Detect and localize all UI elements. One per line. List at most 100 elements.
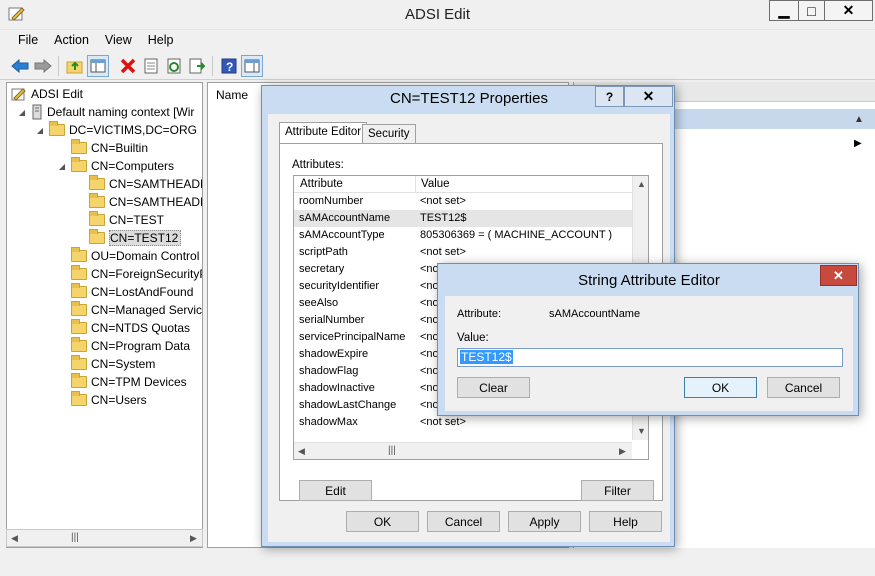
tree-item-label: OU=Domain Control (91, 249, 200, 263)
delete-icon[interactable] (117, 55, 139, 77)
menu-action[interactable]: Action (46, 31, 97, 51)
menu-bar: File Action View Help (0, 31, 875, 51)
attribute-name: serialNumber (299, 314, 365, 326)
more-actions-arrow-icon[interactable]: ▶ (854, 138, 862, 149)
minimize-button[interactable]: ▁ (769, 0, 799, 21)
attribute-name-value: sAMAccountName (549, 308, 641, 320)
filter-button[interactable]: Filter (581, 480, 654, 501)
expanded-arrow-icon[interactable]: ◢ (17, 108, 27, 117)
help-icon[interactable]: ? (218, 55, 240, 77)
attributes-horizontal-scrollbar[interactable]: ◀ ||| ▶ (294, 442, 632, 459)
forward-arrow-icon[interactable] (32, 55, 54, 77)
scroll-thumb-grip-icon[interactable]: ||| (71, 532, 79, 543)
tree-item-lost-and-found[interactable]: CN=LostAndFound (71, 283, 193, 301)
scroll-down-icon[interactable]: ▼ (637, 426, 646, 436)
folder-icon (71, 319, 87, 334)
tree-item-computer[interactable]: CN=SAMTHEADM (89, 175, 202, 193)
tree-item-program-data[interactable]: CN=Program Data (71, 337, 190, 355)
menu-file[interactable]: File (10, 31, 46, 51)
tree-item-foreign-security[interactable]: CN=ForeignSecurityP (71, 265, 202, 283)
clear-button[interactable]: Clear (457, 377, 530, 398)
tab-security[interactable]: Security (362, 124, 416, 144)
scroll-left-icon[interactable]: ◀ (11, 533, 18, 544)
tree-item-builtin[interactable]: CN=Builtin (71, 139, 148, 157)
tree-item-domain[interactable]: ◢ DC=VICTIMS,DC=ORG (35, 121, 197, 139)
tree-item-label: CN=Computers (91, 159, 175, 173)
attribute-name: shadowInactive (299, 382, 375, 394)
tree-item-computer[interactable]: CN=TEST (89, 211, 164, 229)
tree-item-label: CN=TEST12 (109, 230, 182, 246)
attributes-label: Attributes: (292, 159, 344, 171)
refresh-icon[interactable] (163, 55, 185, 77)
tree-item-label: CN=NTDS Quotas (91, 321, 191, 335)
value-label: Value: (457, 332, 489, 344)
help-button[interactable]: Help (589, 511, 662, 532)
column-header-name[interactable]: Name (216, 88, 248, 102)
tree-item-computer-selected[interactable]: CN=TEST12 (89, 229, 182, 247)
value-input[interactable]: TEST12$ (457, 348, 843, 367)
svg-text:?: ? (226, 60, 233, 74)
tree-item-tpm-devices[interactable]: CN=TPM Devices (71, 373, 187, 391)
edit-button[interactable]: Edit (299, 480, 372, 501)
up-folder-icon[interactable] (64, 55, 86, 77)
properties-icon[interactable] (140, 55, 162, 77)
attribute-row[interactable]: sAMAccountType 805306369 = ( MACHINE_ACCO… (294, 227, 632, 244)
dialog-help-button[interactable]: ? (595, 86, 624, 107)
attribute-row[interactable]: roomNumber <not set> (294, 193, 632, 210)
tree-item-system[interactable]: CN=System (71, 355, 155, 373)
tree-item-label: CN=System (91, 357, 156, 371)
show-hide-console-tree-icon[interactable] (87, 55, 109, 77)
scroll-up-icon[interactable]: ▲ (637, 179, 646, 189)
attribute-row[interactable]: shadowMax <not set> (294, 414, 632, 431)
apply-button[interactable]: Apply (508, 511, 581, 532)
folder-icon (89, 193, 105, 208)
scroll-right-icon[interactable]: ▶ (190, 533, 197, 544)
tree-item-label: CN=Builtin (91, 141, 149, 155)
attribute-row-selected[interactable]: sAMAccountName TEST12$ (294, 210, 632, 227)
editor-close-button[interactable]: ✕ (820, 265, 857, 286)
tree-item-domain-controllers[interactable]: OU=Domain Control (71, 247, 199, 265)
scroll-right-icon[interactable]: ▶ (619, 446, 626, 457)
tree-item-computer[interactable]: CN=SAMTHEADM (89, 193, 203, 211)
console-tree[interactable]: ADSI Edit ◢ Default naming context [Wir … (6, 82, 203, 548)
toolbar: ? (0, 52, 875, 80)
expanded-arrow-icon[interactable]: ◢ (57, 162, 67, 171)
scroll-thumb-grip-icon[interactable]: ||| (388, 445, 396, 456)
tree-horizontal-scrollbar[interactable]: ◀ ||| ▶ (6, 529, 203, 547)
tree-item-users[interactable]: CN=Users (71, 391, 147, 409)
back-arrow-icon[interactable] (9, 55, 31, 77)
tab-attribute-editor[interactable]: Attribute Editor (279, 122, 368, 144)
editor-ok-button[interactable]: OK (684, 377, 757, 398)
folder-icon (71, 337, 87, 352)
column-header-attribute[interactable]: Attribute (300, 178, 343, 190)
tree-item-managed-service[interactable]: CN=Managed Service (71, 301, 203, 319)
folder-icon (71, 355, 87, 370)
cancel-button[interactable]: Cancel (427, 511, 500, 532)
tree-item-label: CN=SAMTHEADM (109, 195, 203, 209)
ok-button[interactable]: OK (346, 511, 419, 532)
column-header-value[interactable]: Value (421, 178, 450, 190)
tree-root[interactable]: ADSI Edit (11, 85, 83, 103)
attribute-value: <not set> (420, 416, 466, 428)
menu-help[interactable]: Help (140, 31, 182, 51)
attribute-row[interactable]: scriptPath <not set> (294, 244, 632, 261)
tree-item-computers[interactable]: ◢ CN=Computers (57, 157, 174, 175)
export-list-icon[interactable] (186, 55, 208, 77)
editor-cancel-button[interactable]: Cancel (767, 377, 840, 398)
menu-view[interactable]: View (97, 31, 140, 51)
expanded-arrow-icon[interactable]: ◢ (35, 126, 45, 135)
scroll-left-icon[interactable]: ◀ (298, 446, 305, 457)
tree-item-default-naming-context[interactable]: ◢ Default naming context [Wir (17, 103, 194, 121)
dialog-close-button[interactable]: ✕ (624, 86, 673, 107)
folder-icon (71, 301, 87, 316)
close-window-button[interactable]: ✕ (824, 0, 873, 21)
attribute-name: scriptPath (299, 246, 348, 258)
maximize-button[interactable]: □ (798, 0, 825, 21)
tree-item-ntds-quotas[interactable]: CN=NTDS Quotas (71, 319, 190, 337)
column-divider[interactable] (415, 176, 416, 193)
tree-item-label: CN=Program Data (91, 339, 191, 353)
show-hide-action-pane-icon[interactable] (241, 55, 263, 77)
collapse-arrow-icon[interactable]: ▲ (854, 114, 864, 125)
toolbar-separator (58, 56, 59, 76)
tree-item-label: CN=Managed Service (91, 303, 203, 317)
